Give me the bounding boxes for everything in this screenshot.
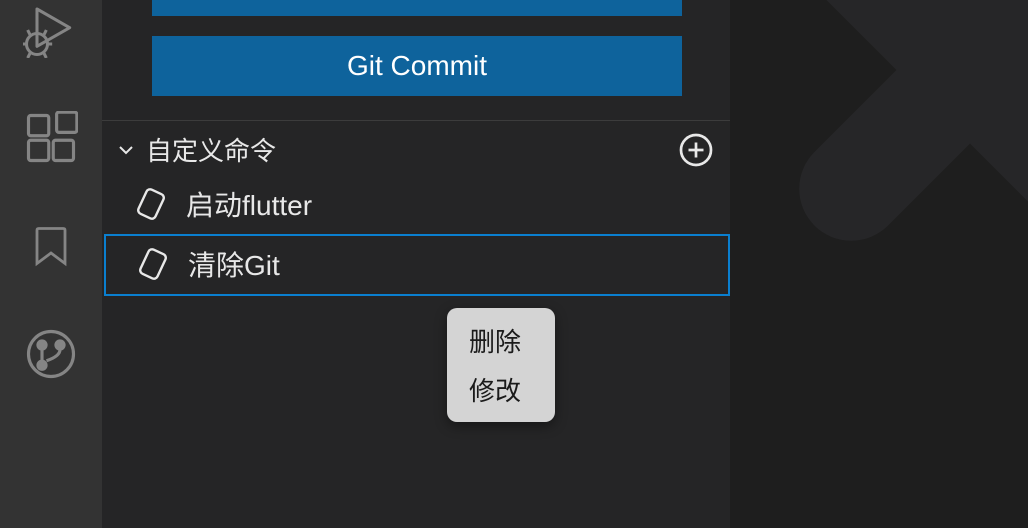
chevron-down-icon <box>114 138 138 162</box>
context-menu-modify[interactable]: 修改 <box>447 365 555 414</box>
command-icon <box>134 187 168 221</box>
bookmark-icon[interactable] <box>23 221 79 271</box>
command-item-label: 启动flutter <box>186 184 312 224</box>
command-list: 启动flutter 清除Git <box>102 176 730 296</box>
command-item-flutter[interactable]: 启动flutter <box>102 176 730 234</box>
activity-bar <box>0 0 102 528</box>
custom-commands-header[interactable]: 自定义命令 <box>102 120 730 176</box>
section-title: 自定义命令 <box>146 131 276 168</box>
command-item-label: 清除Git <box>188 244 280 284</box>
context-menu: 删除 修改 <box>447 308 555 422</box>
add-command-button[interactable] <box>678 132 714 168</box>
top-partial-button[interactable] <box>152 0 682 16</box>
debug-icon[interactable] <box>23 5 79 55</box>
git-commit-button[interactable]: Git Commit <box>152 36 682 96</box>
git-branch-icon[interactable] <box>23 329 79 379</box>
watermark-x-icon <box>770 0 1028 270</box>
button-area: Git Commit <box>102 0 730 120</box>
editor-area <box>730 0 1028 528</box>
context-menu-delete[interactable]: 删除 <box>447 316 555 365</box>
command-icon <box>136 247 170 281</box>
command-item-cleargit[interactable]: 清除Git <box>104 234 730 296</box>
sidebar: Git Commit 自定义命令 启动flu <box>102 0 730 528</box>
extensions-icon[interactable] <box>23 113 79 163</box>
